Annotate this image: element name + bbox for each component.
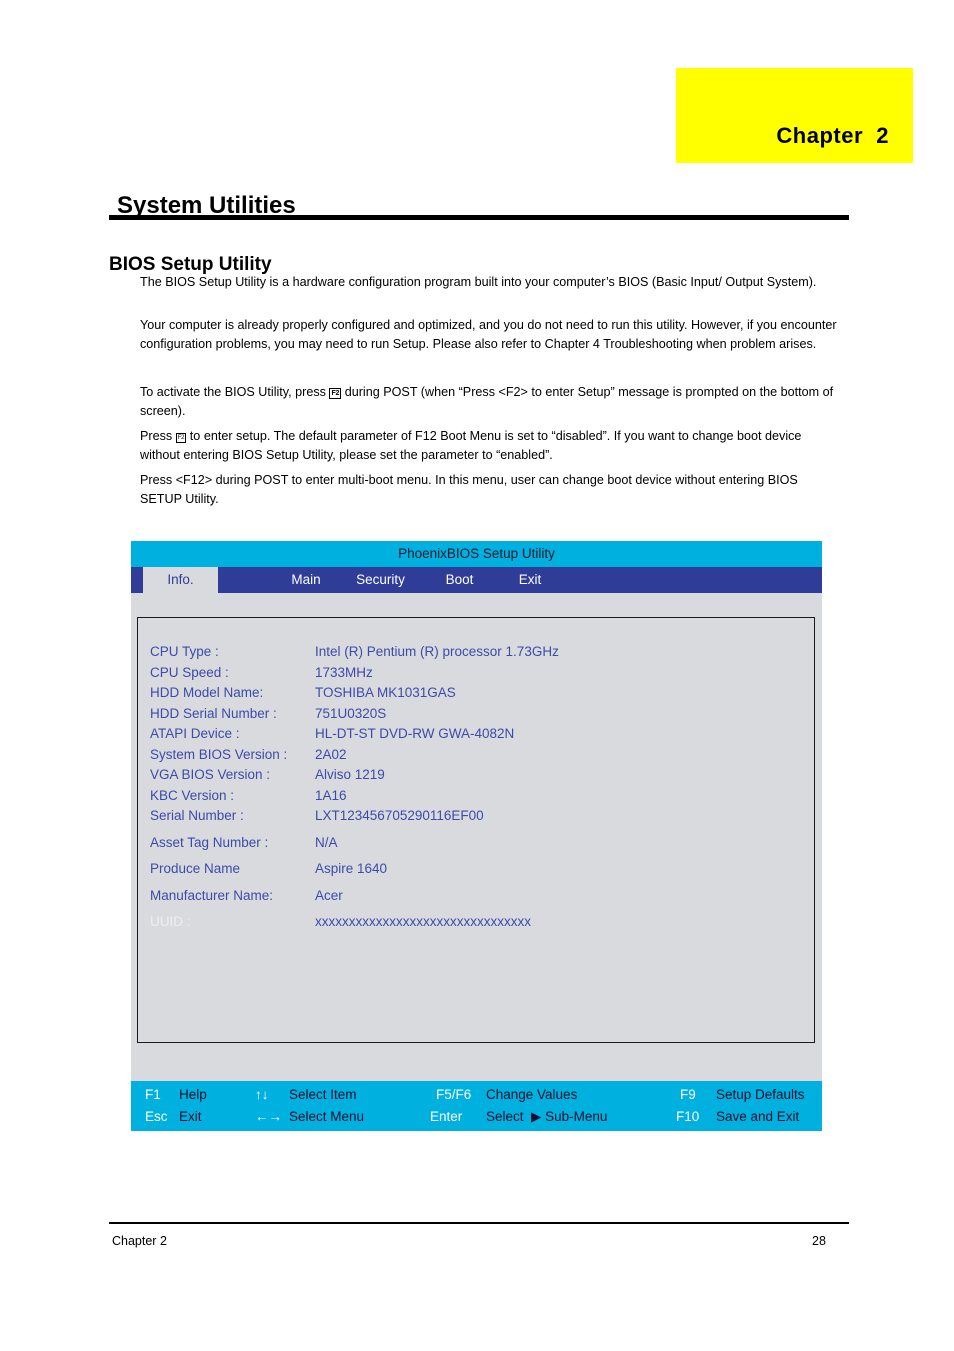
bios-info-label: VGA BIOS Version :	[150, 767, 271, 782]
bios-info-label: Produce Name	[150, 861, 241, 876]
bios-tab-exit[interactable]: Exit	[505, 567, 555, 593]
paragraph-multiboot-text: Press <F12> during POST to enter multi-b…	[140, 473, 798, 506]
title-divider	[109, 215, 849, 220]
bios-key-desc: Select ▶ Sub-Menu	[486, 1109, 608, 1124]
bios-info-value: 2A02	[315, 746, 347, 762]
bios-info-label: CPU Type :	[150, 644, 219, 659]
bios-info-label: CPU Speed :	[150, 664, 229, 680]
bios-key-desc: Save and Exit	[716, 1109, 800, 1124]
paragraph-activate: To activate the BIOS Utility, press F2 d…	[140, 383, 842, 421]
paragraph-enter-setup-text-a: Press	[140, 429, 176, 443]
bios-info-row[interactable]: Asset Tag Number : N/A	[150, 835, 790, 856]
bios-key-desc: Setup Defaults	[716, 1087, 805, 1102]
bios-info-label: Manufacturer Name:	[150, 887, 274, 903]
bios-info-row[interactable]: KBC Version : 1A16	[150, 788, 790, 809]
bios-info-value: TOSHIBA MK1031GAS	[315, 685, 456, 700]
paragraph-enter-setup-text-b: to enter setup. The default parameter of…	[140, 429, 802, 462]
bios-key-name: Enter	[430, 1109, 463, 1124]
bios-key-name: F9	[680, 1087, 696, 1102]
bios-info-row[interactable]: CPU Speed : 1733MHz	[150, 665, 790, 686]
bios-info-value: 1733MHz	[315, 664, 373, 680]
bios-setup-screenshot: PhoenixBIOS Setup Utility Info. Main Secur…	[131, 541, 822, 1131]
bios-info-label: KBC Version :	[150, 787, 235, 803]
bios-tab-boot[interactable]: Boot	[432, 567, 487, 593]
bios-title-text: PhoenixBIOS Setup Utility	[398, 546, 555, 561]
footer-divider	[109, 1222, 849, 1224]
bios-info-value: 1A16	[315, 787, 347, 803]
bios-key-name: Esc	[145, 1109, 168, 1124]
bios-info-row[interactable]: Produce Name Aspire 1640	[150, 861, 790, 882]
footer-chapter-label: Chapter 2	[112, 1234, 167, 1248]
f2-key-icon: F2	[329, 388, 342, 399]
bios-key-desc: Exit	[179, 1109, 202, 1124]
bios-tab-info[interactable]: Info.	[143, 567, 218, 593]
bios-info-row[interactable]: VGA BIOS Version : Alviso 1219	[150, 767, 790, 788]
bios-key-name: F1	[145, 1087, 161, 1102]
paragraph-activate-text-a: To activate the BIOS Utility, press	[140, 385, 330, 399]
bios-info-value: Intel (R) Pentium (R) processor 1.73GHz	[315, 644, 559, 659]
bios-info-value: Alviso 1219	[315, 767, 385, 782]
bios-tab-security[interactable]: Security	[343, 567, 418, 593]
bios-tab-main[interactable]: Main	[276, 567, 336, 593]
bios-key-name: ↑↓	[255, 1087, 269, 1102]
bios-key-desc: Change Values	[486, 1087, 578, 1102]
bios-info-label: ATAPI Device :	[150, 726, 240, 741]
bios-menu-bar: Info. Main Security Boot Exit	[131, 567, 822, 593]
bios-key-legend-bar: F1 Help Esc Exit ↑↓ Select Item ←→ Select Menu F…	[131, 1081, 822, 1131]
bios-info-value: 751U0320S	[315, 705, 387, 721]
bios-info-row[interactable]: Manufacturer Name: Acer	[150, 888, 790, 909]
paragraph-configured-text: Your computer is already properly config…	[140, 318, 837, 351]
footer-page-number: 28	[812, 1234, 826, 1248]
bios-info-value: Acer	[315, 887, 343, 903]
bios-info-value: LXT123456705290116EF00	[315, 808, 484, 823]
bios-key-desc: Help	[179, 1087, 207, 1102]
bios-info-value: Aspire 1640	[315, 861, 388, 876]
bios-info-row[interactable]: Serial Number : LXT123456705290116EF00	[150, 808, 790, 829]
bios-info-table: CPU Type : Intel (R) Pentium (R) processo…	[150, 644, 790, 935]
paragraph-intro: The BIOS Setup Utility is a hardware con…	[140, 273, 842, 292]
bios-title-bar: PhoenixBIOS Setup Utility	[131, 541, 822, 567]
bios-info-row[interactable]: UUID : xxxxxxxxxxxxxxxxxxxxxxxxxxxxxxxx	[150, 914, 790, 935]
bios-info-row[interactable]: HDD Model Name: TOSHIBA MK1031GAS	[150, 685, 790, 706]
paragraph-configured: Your computer is already properly config…	[140, 316, 842, 354]
bios-info-row[interactable]: ATAPI Device : HL-DT-ST DVD-RW GWA-4082N	[150, 726, 790, 747]
paragraph-multiboot: Press <F12> during POST to enter multi-b…	[140, 471, 842, 509]
paragraph-intro-text: The BIOS Setup Utility is a hardware con…	[140, 275, 817, 289]
bios-key-name: F5/F6	[436, 1087, 472, 1102]
bios-info-label: Asset Tag Number :	[150, 834, 269, 850]
bios-info-label: UUID :	[150, 914, 191, 929]
f2-key-icon-small: F2	[175, 433, 187, 443]
bios-info-value: N/A	[315, 834, 338, 850]
chapter-banner-label: Chapter 2	[776, 123, 889, 148]
bios-info-value: xxxxxxxxxxxxxxxxxxxxxxxxxxxxxxxx	[315, 914, 531, 929]
bios-info-row[interactable]: HDD Serial Number : 751U0320S	[150, 706, 790, 727]
bios-key-desc: Select Menu	[289, 1109, 365, 1124]
chapter-banner: Chapter 2	[676, 68, 913, 163]
bios-info-value: HL-DT-ST DVD-RW GWA-4082N	[315, 726, 515, 741]
bios-info-panel: CPU Type : Intel (R) Pentium (R) processo…	[137, 617, 815, 1043]
bios-info-row[interactable]: CPU Type : Intel (R) Pentium (R) processo…	[150, 644, 790, 665]
bios-key-name: ←→	[255, 1109, 282, 1124]
bios-key-name: F10	[676, 1109, 700, 1124]
bios-info-label: System BIOS Version :	[150, 746, 288, 762]
bios-info-label: Serial Number :	[150, 808, 244, 823]
bios-info-label: HDD Model Name:	[150, 685, 264, 700]
bios-key-desc: Select Item	[289, 1087, 357, 1102]
bios-info-row[interactable]: System BIOS Version : 2A02	[150, 747, 790, 768]
paragraph-enter-setup: Press F2 to enter setup. The default par…	[140, 427, 842, 465]
bios-info-label: HDD Serial Number :	[150, 705, 277, 721]
